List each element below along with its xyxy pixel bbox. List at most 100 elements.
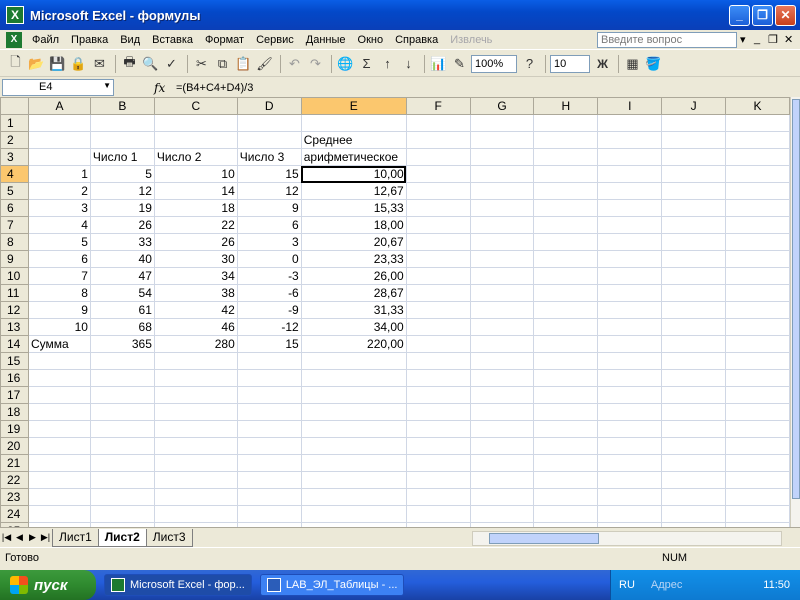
cell[interactable] — [533, 352, 599, 370]
cell[interactable] — [725, 318, 790, 336]
cell[interactable] — [89, 420, 155, 438]
cell[interactable] — [89, 131, 155, 149]
cell[interactable] — [661, 267, 727, 285]
cell[interactable] — [597, 250, 663, 268]
cell[interactable] — [597, 284, 663, 302]
row-header[interactable]: 6 — [0, 199, 29, 217]
cell[interactable] — [597, 216, 663, 234]
cell[interactable] — [533, 386, 599, 404]
cell[interactable] — [597, 131, 663, 149]
cell[interactable] — [153, 454, 238, 472]
scroll-thumb[interactable] — [792, 99, 800, 499]
language-indicator[interactable]: RU — [619, 579, 635, 591]
cell[interactable] — [661, 488, 727, 506]
row-header[interactable]: 21 — [0, 454, 29, 472]
cell[interactable] — [597, 233, 663, 251]
cell[interactable] — [533, 420, 599, 438]
cell[interactable] — [661, 233, 727, 251]
cell[interactable] — [533, 199, 599, 217]
cell[interactable] — [469, 454, 535, 472]
cell[interactable] — [236, 403, 302, 421]
row-header[interactable]: 11 — [0, 284, 29, 302]
cell[interactable] — [300, 437, 407, 455]
cell[interactable] — [469, 437, 535, 455]
cell[interactable]: 42 — [153, 301, 238, 319]
cell[interactable] — [469, 318, 535, 336]
cell[interactable] — [27, 403, 91, 421]
cell[interactable]: -3 — [236, 267, 302, 285]
cell[interactable] — [661, 114, 727, 132]
cell[interactable] — [405, 182, 471, 200]
menu-insert[interactable]: Вставка — [146, 34, 199, 46]
row-header[interactable]: 14 — [0, 335, 29, 353]
cell[interactable] — [533, 267, 599, 285]
cell[interactable] — [405, 386, 471, 404]
cell[interactable] — [27, 148, 91, 166]
last-sheet-icon[interactable]: ▶| — [39, 532, 52, 543]
undo-icon[interactable]: ↶ — [285, 54, 304, 73]
cell[interactable] — [27, 505, 91, 523]
cell[interactable] — [405, 250, 471, 268]
cell[interactable] — [89, 403, 155, 421]
cell[interactable] — [661, 471, 727, 489]
cell[interactable] — [27, 488, 91, 506]
cell[interactable]: 10,00 — [300, 165, 407, 183]
cell[interactable] — [725, 505, 790, 523]
fill-color-icon[interactable]: 🪣 — [644, 54, 663, 73]
cell[interactable] — [533, 437, 599, 455]
name-box[interactable]: E4 ▼ — [2, 79, 114, 96]
autosum-icon[interactable]: Σ — [357, 54, 376, 73]
cell[interactable] — [597, 403, 663, 421]
cell[interactable] — [661, 437, 727, 455]
column-header[interactable]: G — [469, 97, 535, 115]
cell[interactable]: -6 — [236, 284, 302, 302]
new-icon[interactable]: 🗋 — [6, 54, 25, 73]
cell[interactable]: 9 — [236, 199, 302, 217]
cell[interactable]: 5 — [27, 233, 91, 251]
cell[interactable]: 280 — [153, 335, 238, 353]
cell[interactable] — [533, 131, 599, 149]
cell[interactable] — [27, 471, 91, 489]
bold-button[interactable]: Ж — [593, 54, 612, 73]
cell[interactable]: 40 — [89, 250, 155, 268]
cell[interactable] — [153, 488, 238, 506]
cell[interactable] — [469, 148, 535, 166]
row-header[interactable]: 10 — [0, 267, 29, 285]
cell[interactable] — [597, 182, 663, 200]
cell[interactable] — [597, 386, 663, 404]
paste-icon[interactable]: 📋 — [234, 54, 253, 73]
cell[interactable] — [597, 488, 663, 506]
cell[interactable] — [405, 505, 471, 523]
cell[interactable] — [725, 165, 790, 183]
cell[interactable] — [661, 403, 727, 421]
cell[interactable]: 10 — [153, 165, 238, 183]
menu-file[interactable]: Файл — [26, 34, 65, 46]
cell[interactable] — [533, 233, 599, 251]
cell[interactable] — [469, 301, 535, 319]
cell[interactable] — [725, 216, 790, 234]
cell[interactable]: 15,33 — [300, 199, 407, 217]
cell[interactable] — [597, 114, 663, 132]
taskbar-item-excel[interactable]: Microsoft Excel - фор... — [104, 574, 252, 596]
cell[interactable] — [153, 369, 238, 387]
minimize-button[interactable]: _ — [729, 4, 750, 26]
cell[interactable] — [469, 386, 535, 404]
cell[interactable] — [469, 165, 535, 183]
save-icon[interactable]: 💾 — [48, 54, 67, 73]
chevron-down-icon[interactable]: ▼ — [103, 81, 111, 90]
cell[interactable]: 12 — [236, 182, 302, 200]
sort-descending-icon[interactable]: ↓ — [399, 54, 418, 73]
cell[interactable] — [725, 403, 790, 421]
cell[interactable] — [533, 488, 599, 506]
cell[interactable] — [236, 114, 302, 132]
cell[interactable]: 5 — [89, 165, 155, 183]
row-header[interactable]: 5 — [0, 182, 29, 200]
cell[interactable]: 6 — [236, 216, 302, 234]
print-preview-icon[interactable]: 🔍 — [141, 54, 160, 73]
cell[interactable] — [89, 454, 155, 472]
cell[interactable] — [725, 335, 790, 353]
hyperlink-icon[interactable]: 🌐 — [336, 54, 355, 73]
cell[interactable] — [469, 284, 535, 302]
borders-icon[interactable]: ▦ — [623, 54, 642, 73]
cell[interactable] — [469, 182, 535, 200]
